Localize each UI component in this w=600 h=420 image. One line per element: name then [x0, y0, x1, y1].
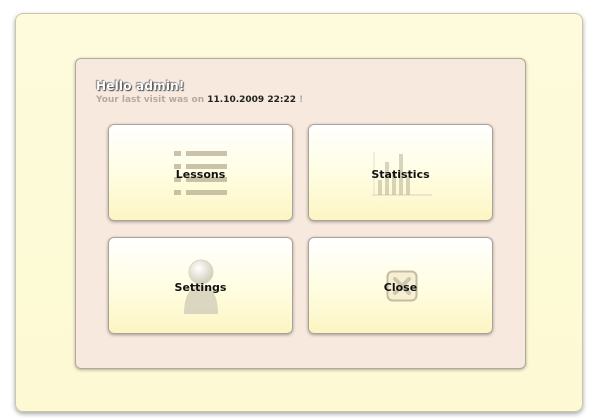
last-visit-datetime: 11.10.2009 22:22 — [207, 95, 296, 105]
last-visit-prefix: Your last visit was on — [96, 95, 205, 105]
close-button[interactable]: Close — [308, 237, 493, 334]
statistics-button[interactable]: Statistics — [308, 124, 493, 221]
settings-label: Settings — [174, 281, 227, 294]
greeting-title: Hello admin! — [96, 79, 185, 93]
main-panel: Hello admin! Your last visit was on 11.1… — [75, 58, 526, 369]
close-label: Close — [383, 281, 418, 294]
app-window: Hello admin! Your last visit was on 11.1… — [15, 13, 583, 412]
lessons-label: Lessons — [175, 168, 226, 181]
last-visit-suffix: ! — [299, 95, 304, 105]
lessons-button[interactable]: Lessons — [108, 124, 293, 221]
statistics-label: Statistics — [371, 168, 430, 181]
last-visit-info: Your last visit was on 11.10.2009 22:22 … — [96, 95, 303, 105]
settings-button[interactable]: Settings — [108, 237, 293, 334]
